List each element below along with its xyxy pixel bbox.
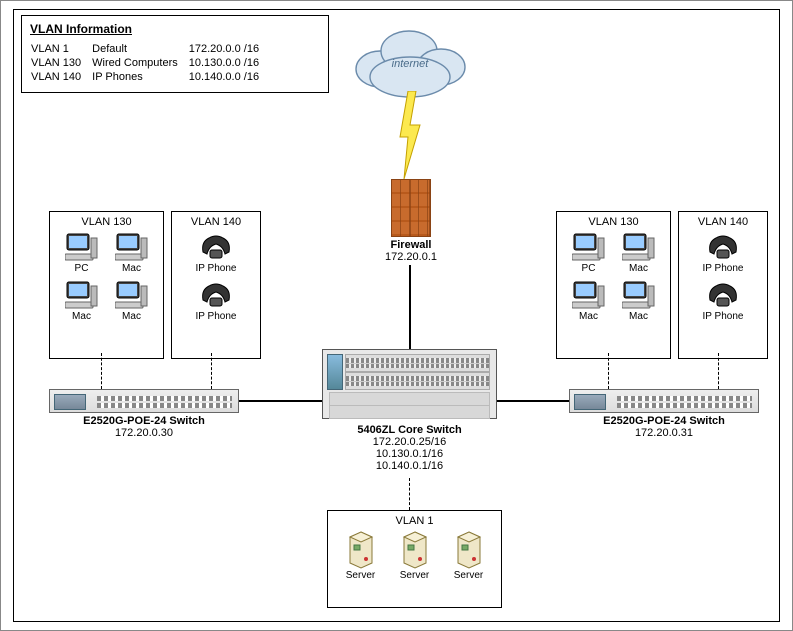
edge-switch-left-icon bbox=[49, 389, 239, 413]
dash-core-vlan1 bbox=[409, 478, 410, 510]
dash-right-1 bbox=[608, 353, 609, 389]
phone-icon bbox=[706, 232, 740, 262]
edge-switch-left-label: E2520G-POE-24 Switch 172.20.0.30 bbox=[49, 415, 239, 439]
dash-left-2 bbox=[211, 353, 212, 389]
mac-icon bbox=[622, 232, 656, 262]
mac-icon bbox=[115, 280, 149, 310]
dash-left-1 bbox=[101, 353, 102, 389]
group-vlan140-left: VLAN 140 IP Phone IP Phone bbox=[171, 211, 261, 359]
vlan-info-title: VLAN Information bbox=[30, 22, 320, 36]
lightning-bolt-icon bbox=[398, 91, 422, 179]
pc-icon bbox=[572, 232, 606, 262]
vlan-info-box: VLAN Information VLAN 1 Default 172.20.0… bbox=[21, 15, 329, 93]
core-switch-label: 5406ZL Core Switch 172.20.0.25/16 10.130… bbox=[322, 424, 497, 472]
group-vlan140-right: VLAN 140 IP Phone IP Phone bbox=[678, 211, 768, 359]
group-vlan130-left: VLAN 130 PC Mac Mac Mac bbox=[49, 211, 164, 359]
vlan-row: VLAN 140 IP Phones 10.140.0.0 /16 bbox=[30, 70, 269, 84]
vlan-row: VLAN 130 Wired Computers 10.130.0.0 /16 bbox=[30, 56, 269, 70]
server-icon bbox=[346, 531, 376, 569]
link-right-core bbox=[497, 400, 569, 402]
pc-icon bbox=[65, 232, 99, 262]
core-switch-icon bbox=[322, 349, 497, 419]
internet-label: iNTERNET bbox=[345, 58, 475, 70]
vlan-row: VLAN 1 Default 172.20.0.0 /16 bbox=[30, 42, 269, 56]
mac-icon bbox=[115, 232, 149, 262]
phone-icon bbox=[199, 232, 233, 262]
group-vlan130-right: VLAN 130 PC Mac Mac Mac bbox=[556, 211, 671, 359]
edge-switch-right-label: E2520G-POE-24 Switch 172.20.0.31 bbox=[569, 415, 759, 439]
mac-icon bbox=[65, 280, 99, 310]
edge-switch-right-icon bbox=[569, 389, 759, 413]
internet-cloud: iNTERNET bbox=[345, 21, 475, 101]
phone-icon bbox=[199, 280, 233, 310]
group-vlan1: VLAN 1 Server Server Server bbox=[327, 510, 502, 608]
link-firewall-core bbox=[409, 265, 411, 349]
diagram-canvas: VLAN Information VLAN 1 Default 172.20.0… bbox=[0, 0, 793, 631]
firewall-icon bbox=[391, 179, 431, 237]
server-icon bbox=[454, 531, 484, 569]
phone-icon bbox=[706, 280, 740, 310]
link-left-core bbox=[239, 400, 322, 402]
firewall-label: Firewall 172.20.0.1 bbox=[341, 239, 481, 263]
vlan-info-table: VLAN 1 Default 172.20.0.0 /16 VLAN 130 W… bbox=[30, 42, 269, 84]
mac-icon bbox=[572, 280, 606, 310]
server-icon bbox=[400, 531, 430, 569]
mac-icon bbox=[622, 280, 656, 310]
dash-right-2 bbox=[718, 353, 719, 389]
